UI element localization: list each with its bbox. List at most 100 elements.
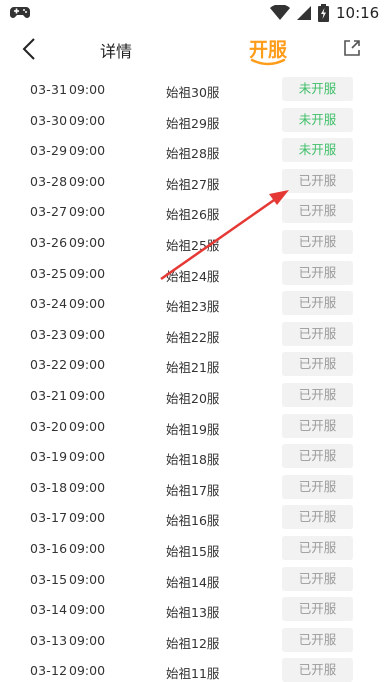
- server-date: 03-22: [30, 357, 68, 373]
- server-row: 03-27 09:00 始祖26服 已开服: [0, 197, 384, 228]
- server-status-badge: 已开服: [282, 260, 353, 285]
- server-status-badge: 已开服: [282, 413, 353, 438]
- signal-icon: [297, 6, 311, 20]
- server-row: 03-15 09:00 始祖14服 已开服: [0, 565, 384, 596]
- server-name: 始祖23服: [166, 299, 220, 315]
- server-name: 始祖27服: [166, 176, 220, 192]
- gamepad-icon: [10, 7, 30, 18]
- server-date: 03-15: [30, 571, 68, 587]
- server-status-badge: 已开服: [282, 199, 353, 224]
- nav-bar: 详情 开服: [0, 28, 384, 72]
- page-title: 详情: [100, 42, 133, 61]
- server-status-badge: 未开服: [282, 138, 353, 163]
- server-date: 03-13: [30, 632, 68, 648]
- server-time: 09:00: [69, 663, 106, 679]
- server-row: 03-24 09:00 始祖23服 已开服: [0, 289, 384, 320]
- server-status-badge: 已开服: [282, 382, 353, 407]
- server-name: 始祖22服: [166, 329, 220, 345]
- server-name: 始祖30服: [166, 85, 220, 100]
- server-name: 始祖16服: [166, 513, 220, 529]
- server-name: 始祖13服: [166, 605, 220, 621]
- server-date: 03-23: [30, 326, 68, 342]
- server-date: 03-24: [30, 296, 68, 312]
- server-row: 03-23 09:00 始祖22服 已开服: [0, 320, 384, 351]
- back-arrow-icon[interactable]: [18, 36, 42, 62]
- server-row: 03-21 09:00 始祖20服 已开服: [0, 381, 384, 412]
- server-date: 03-29: [30, 143, 68, 159]
- server-row: 03-26 09:00 始祖25服 已开服: [0, 228, 384, 259]
- server-status-badge: 已开服: [282, 658, 353, 682]
- server-time: 09:00: [69, 571, 106, 587]
- server-row: 03-16 09:00 始祖15服 已开服: [0, 534, 384, 565]
- server-date: 03-28: [30, 173, 68, 189]
- server-status-badge: 已开服: [282, 168, 353, 193]
- server-row: 03-13 09:00 始祖12服 已开服: [0, 626, 384, 657]
- server-status-badge: 已开服: [282, 352, 353, 377]
- server-status-badge: 已开服: [282, 597, 353, 622]
- server-time: 09:00: [69, 326, 106, 342]
- server-row: 03-20 09:00 始祖19服 已开服: [0, 412, 384, 443]
- server-row: 03-19 09:00 始祖18服 已开服: [0, 442, 384, 473]
- status-bar: 10:16: [0, 0, 384, 28]
- server-row: 03-29 09:00 始祖28服 未开服: [0, 136, 384, 167]
- server-name: 始祖15服: [166, 543, 220, 559]
- server-time: 09:00: [69, 602, 106, 618]
- server-time: 09:00: [69, 449, 106, 465]
- server-name: 始祖26服: [166, 207, 220, 223]
- server-name: 始祖11服: [166, 666, 220, 682]
- server-status-badge: 已开服: [282, 291, 353, 316]
- server-time: 09:00: [69, 82, 106, 97]
- server-date: 03-26: [30, 234, 68, 250]
- server-date: 03-18: [30, 479, 68, 495]
- server-list: 03-31 09:00 始祖30服 未开服 03-30 09:00 始祖29服 未开服 03-2…: [0, 75, 384, 682]
- server-name: 始祖21服: [166, 360, 220, 376]
- server-date: 03-17: [30, 510, 68, 526]
- server-row: 03-28 09:00 始祖27服 已开服: [0, 167, 384, 198]
- server-status-badge: 已开服: [282, 535, 353, 560]
- battery-icon: [318, 4, 329, 22]
- server-time: 09:00: [69, 234, 106, 250]
- wifi-icon: [270, 5, 290, 20]
- server-name: 始祖14服: [166, 574, 220, 590]
- server-time: 09:00: [69, 265, 106, 281]
- server-date: 03-31: [30, 82, 68, 97]
- server-name: 始祖28服: [166, 146, 220, 162]
- server-status-badge: 未开服: [282, 107, 353, 132]
- server-status-badge: 已开服: [282, 627, 353, 652]
- server-row: 03-18 09:00 始祖17服 已开服: [0, 473, 384, 504]
- server-date: 03-30: [30, 112, 68, 128]
- server-time: 09:00: [69, 143, 106, 159]
- server-status-badge: 已开服: [282, 474, 353, 499]
- server-date: 03-25: [30, 265, 68, 281]
- server-date: 03-21: [30, 387, 68, 403]
- server-date: 03-19: [30, 449, 68, 465]
- server-name: 始祖29服: [166, 115, 220, 131]
- server-name: 始祖18服: [166, 452, 220, 468]
- server-row: 03-22 09:00 始祖21服 已开服: [0, 350, 384, 381]
- server-time: 09:00: [69, 112, 106, 128]
- server-row: 03-17 09:00 始祖16服 已开服: [0, 503, 384, 534]
- server-time: 09:00: [69, 632, 106, 648]
- server-name: 始祖17服: [166, 482, 220, 498]
- server-name: 始祖12服: [166, 635, 220, 651]
- server-date: 03-14: [30, 602, 68, 618]
- server-row: 03-12 09:00 始祖11服 已开服: [0, 656, 384, 682]
- server-time: 09:00: [69, 296, 106, 312]
- server-row: 03-30 09:00 始祖29服 未开服: [0, 106, 384, 137]
- server-name: 始祖20服: [166, 390, 220, 406]
- server-row: 03-14 09:00 始祖13服 已开服: [0, 595, 384, 626]
- server-row: 03-31 09:00 始祖30服 未开服: [0, 75, 384, 106]
- server-name: 始祖19服: [166, 421, 220, 437]
- server-date: 03-27: [30, 204, 68, 220]
- server-status-badge: 已开服: [282, 229, 353, 254]
- server-status-badge: 已开服: [282, 505, 353, 530]
- clock: 10:16: [336, 4, 380, 22]
- server-time: 09:00: [69, 204, 106, 220]
- server-date: 03-12: [30, 663, 68, 679]
- server-name: 始祖24服: [166, 268, 220, 284]
- server-row: 03-25 09:00 始祖24服 已开服: [0, 259, 384, 290]
- tab-indicator-icon: [250, 58, 286, 66]
- share-icon[interactable]: [343, 39, 361, 57]
- server-status-badge: 已开服: [282, 321, 353, 346]
- server-time: 09:00: [69, 540, 106, 556]
